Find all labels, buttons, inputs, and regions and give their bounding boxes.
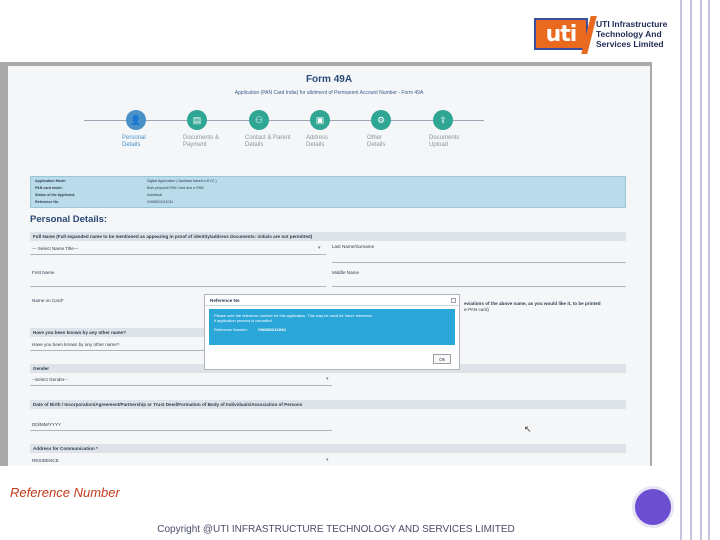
logo-line-3: Services Limited — [596, 39, 664, 49]
parents-icon: ⚇ — [249, 110, 269, 130]
full-name-section: Full Name (Full expanded name to be ment… — [30, 232, 626, 241]
copyright-text: Copyright @UTI INFRASTRUCTURE TECHNOLOGY… — [157, 524, 515, 535]
info-row: Reference No. VN08020111011 — [35, 200, 625, 205]
chevron-down-icon: ▾ — [326, 376, 329, 382]
step-contact-parent-details[interactable]: ⚇ Contact & Parent Details — [245, 110, 305, 149]
form-title: Form 49A — [305, 74, 353, 85]
uti-logo: uti UTI Infrastructure Technology And Se… — [534, 16, 667, 54]
reference-number-dialog: Reference No Please note the reference n… — [204, 294, 460, 370]
step-label: Address — [306, 135, 329, 141]
field-underline — [30, 385, 332, 386]
decorative-line-3 — [700, 0, 702, 540]
slide-caption: Reference Number — [10, 485, 120, 500]
dob-section: Date of Birth / Incorporation/Agreement/… — [30, 400, 626, 409]
info-key: Application Mode: — [35, 179, 67, 183]
step-label: Upload — [429, 142, 449, 148]
chevron-down-icon: ▾ — [326, 457, 329, 463]
info-key: Status of the Applicant: — [35, 193, 76, 197]
address-select[interactable]: RESIDENCE — [32, 458, 59, 463]
name-title-select[interactable]: --- Select Name Title--- — [32, 246, 78, 251]
step-label: Details — [122, 142, 141, 148]
form-screenshot: Form 49A Application (PAN Card India) fo… — [0, 62, 652, 466]
settings-icon: ⚙ — [371, 110, 391, 130]
dob-input[interactable]: DD/MM/YYYY — [32, 422, 61, 427]
info-value: Digital Application ( Aadhaar based e-KY… — [147, 179, 217, 183]
upload-icon: ⇪ — [433, 110, 453, 130]
decorative-line-4 — [708, 0, 710, 540]
application-info-box: Application Mode: Digital Application ( A… — [30, 176, 626, 208]
gender-select[interactable]: --Select Gender-- — [32, 377, 68, 382]
close-icon[interactable] — [451, 298, 456, 303]
step-label: Details — [245, 142, 264, 148]
info-value: Individual — [147, 193, 163, 197]
user-icon: 👤 — [126, 110, 146, 130]
form-page: Form 49A Application (PAN Card India) fo… — [8, 66, 650, 466]
name-on-card-hint: eviations of the above name, as you woul… — [464, 301, 601, 306]
info-key: PAN card mode: — [35, 186, 63, 190]
dialog-title: Reference No — [210, 298, 240, 303]
personal-details-title: Personal Details: — [30, 214, 108, 225]
step-documents-upload[interactable]: ⇪ Documents Upload — [429, 110, 489, 149]
step-label: Details — [306, 142, 325, 148]
info-row: Status of the Applicant: Individual — [35, 193, 625, 198]
address-section: Address for Communication * — [30, 444, 626, 453]
name-on-card-hint: e-PAN card) — [464, 307, 489, 312]
dialog-message-box: Please note the reference number for thi… — [209, 309, 455, 345]
info-key: Reference No. — [35, 200, 60, 204]
step-label: Details — [367, 142, 386, 148]
last-name-field[interactable]: Last Name/Surname — [332, 244, 374, 249]
step-label: Documents — [429, 135, 460, 141]
reference-number-label: Reference Number: — [214, 327, 248, 333]
field-underline — [30, 350, 204, 351]
dialog-message: if application process is cancelled. — [214, 318, 273, 324]
info-row: Application Mode: Digital Application ( A… — [35, 179, 625, 184]
step-label: Documents & — [183, 135, 220, 141]
step-address-details[interactable]: ▣ Address Details — [306, 110, 366, 149]
step-other-details[interactable]: ⚙ Other Details — [367, 110, 427, 149]
decorative-circle — [632, 486, 674, 528]
field-underline — [30, 430, 332, 431]
name-on-card-field[interactable]: Name on Card* — [32, 298, 64, 303]
reference-number-row: Reference Number: VN08020111NO — [214, 327, 450, 332]
middle-name-field[interactable]: Middle Name — [332, 270, 359, 275]
document-icon: ▤ — [187, 110, 207, 130]
dialog-header: Reference No — [205, 295, 459, 306]
chevron-down-icon: ▾ — [318, 245, 321, 251]
ok-button[interactable]: Ok — [433, 354, 451, 364]
form-subtitle: Application (PAN Card India) for allotme… — [234, 90, 424, 96]
step-label: Other — [367, 135, 383, 141]
logo-line-2: Technology And — [596, 29, 662, 39]
step-documents-payment[interactable]: ▤ Documents & Payment — [183, 110, 243, 149]
info-value: VN08020111011 — [147, 200, 174, 204]
logo-text: UTI Infrastructure Technology And Servic… — [596, 19, 667, 49]
known-by-select[interactable]: Have you been known by any other name? — [32, 342, 119, 347]
reference-number-value: VN08020111NO — [258, 327, 287, 333]
known-by-section: Have you been known by any other name? — [30, 328, 204, 337]
field-underline — [30, 286, 326, 287]
field-underline — [30, 254, 326, 255]
info-value: Both physical PAN Card and e-PAN — [147, 186, 204, 190]
decorative-line-1 — [680, 0, 682, 540]
step-label: Contact & Parent — [245, 135, 291, 141]
logo-mark: uti — [534, 16, 597, 54]
address-card-icon: ▣ — [310, 110, 330, 130]
first-name-field[interactable]: First Name — [32, 270, 54, 275]
logo-mark-text: uti — [545, 21, 578, 47]
mouse-cursor-icon: ↖ — [524, 424, 532, 434]
step-personal-details[interactable]: 👤 Personal Details — [122, 110, 182, 149]
step-label: Personal — [122, 135, 146, 141]
decorative-line-2 — [690, 0, 692, 540]
field-underline — [332, 286, 626, 287]
logo-line-1: UTI Infrastructure — [596, 19, 668, 29]
step-label: Payment — [183, 142, 207, 148]
field-underline — [332, 262, 626, 263]
info-row: PAN card mode: Both physical PAN Card and… — [35, 186, 625, 191]
